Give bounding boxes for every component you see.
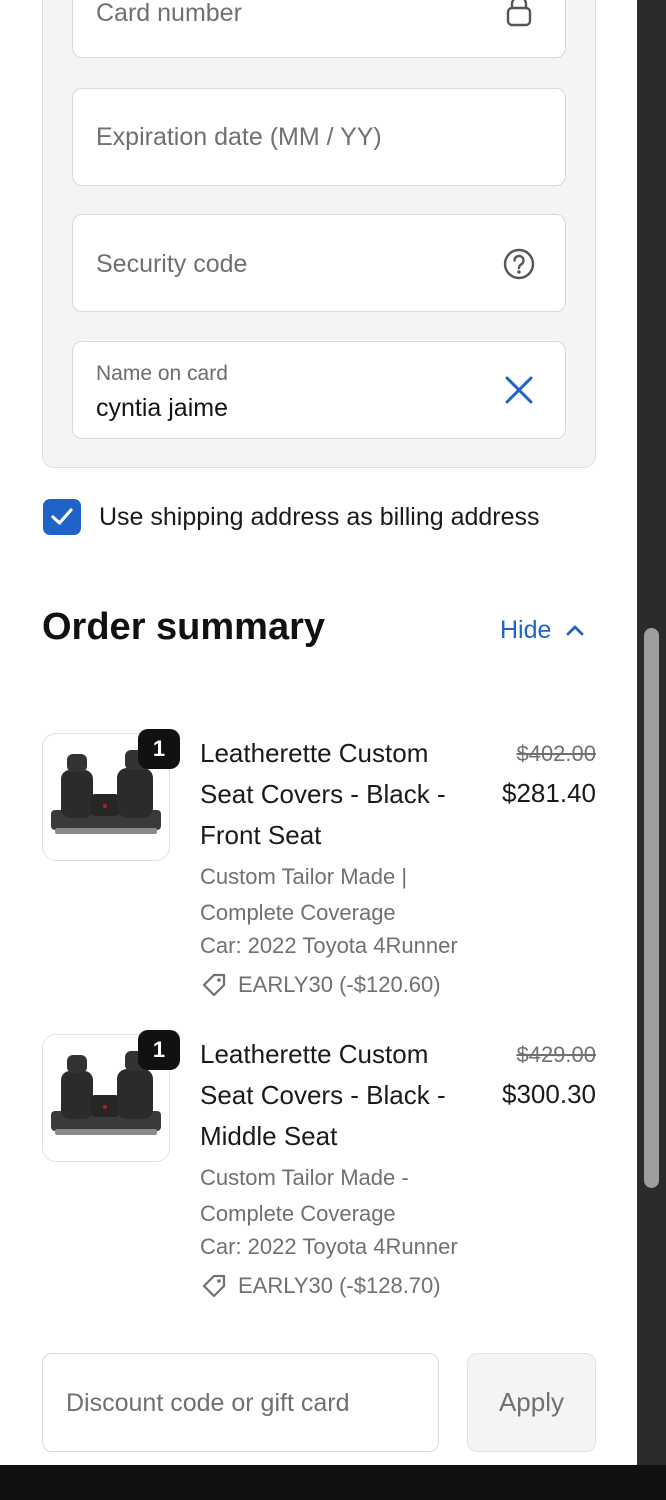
discount-line: EARLY30 (-$120.60) <box>200 971 441 999</box>
original-price: $429.00 <box>516 1042 596 1067</box>
product-subtitle: Custom Tailor Made | Complete Coverage <box>200 864 408 925</box>
quantity-badge: 1 <box>138 1030 180 1070</box>
billing-same-checkbox[interactable] <box>43 499 81 535</box>
product-car: Car: 2022 Toyota 4Runner <box>200 1234 458 1259</box>
name-on-card-label: Name on card <box>96 362 228 385</box>
expiration-date-field[interactable]: Expiration date (MM / YY) <box>72 88 566 186</box>
clear-x-icon[interactable] <box>501 372 537 408</box>
scrollbar-thumb[interactable] <box>644 628 659 1188</box>
discount-code-placeholder: Discount code or gift card <box>66 1389 350 1417</box>
name-on-card-field[interactable]: Name on card cyntia jaime <box>72 341 566 439</box>
card-number-placeholder: Card number <box>96 0 242 27</box>
checkout-page: Card number Expiration date (MM / YY) Se… <box>0 0 637 1465</box>
order-line-item: 1 Leatherette Custom Seat Covers - Black… <box>42 1030 602 1334</box>
apply-discount-button[interactable]: Apply <box>467 1353 596 1452</box>
help-circle-icon[interactable] <box>501 246 537 282</box>
lock-icon <box>501 0 537 29</box>
discount-line: EARLY30 (-$128.70) <box>200 1272 441 1300</box>
check-icon <box>51 508 73 525</box>
security-code-placeholder: Security code <box>96 250 248 278</box>
chevron-up-icon <box>567 625 584 636</box>
product-title: Leatherette Custom Seat Covers - Black -… <box>200 738 446 850</box>
hide-summary-toggle[interactable]: Hide <box>500 612 585 648</box>
window-bottom-bar <box>0 1465 666 1500</box>
expiration-date-placeholder: Expiration date (MM / YY) <box>96 123 382 151</box>
original-price: $402.00 <box>516 741 596 766</box>
order-line-item: 1 Leatherette Custom Seat Covers - Black… <box>42 729 602 1033</box>
discount-text: EARLY30 (-$128.70) <box>238 1273 441 1298</box>
security-code-field[interactable]: Security code <box>72 214 566 312</box>
quantity-badge: 1 <box>138 729 180 769</box>
sale-price: $300.30 <box>502 1079 596 1109</box>
order-summary-title: Order summary <box>42 606 326 648</box>
product-title: Leatherette Custom Seat Covers - Black -… <box>200 1039 446 1151</box>
billing-same-label[interactable]: Use shipping address as billing address <box>99 503 540 532</box>
product-car: Car: 2022 Toyota 4Runner <box>200 933 458 958</box>
name-on-card-value: cyntia jaime <box>96 394 228 422</box>
hide-summary-label: Hide <box>500 615 552 644</box>
discount-text: EARLY30 (-$120.60) <box>238 972 441 997</box>
sale-price: $281.40 <box>502 778 596 808</box>
tag-icon <box>202 1274 226 1298</box>
tag-icon <box>202 973 226 997</box>
product-subtitle: Custom Tailor Made - Complete Coverage <box>200 1165 409 1226</box>
card-number-field[interactable]: Card number <box>72 0 566 58</box>
discount-code-input[interactable]: Discount code or gift card <box>42 1353 439 1452</box>
